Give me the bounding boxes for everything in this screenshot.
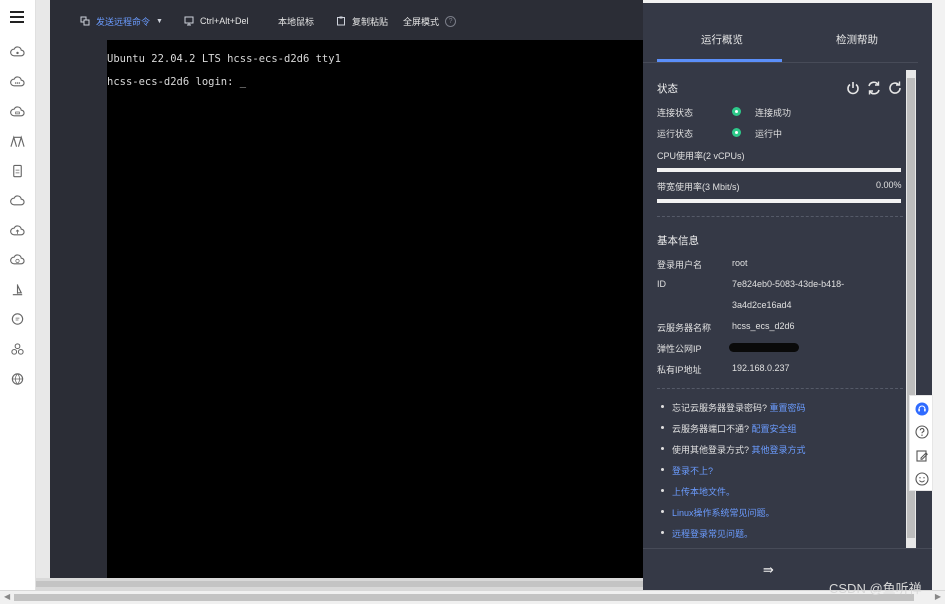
terminal-login-prompt: hcss-ecs-d2d6 login: _: [107, 76, 247, 88]
cluster-icon[interactable]: [10, 342, 25, 356]
tip-upload-file: 上传本地文件。: [660, 485, 735, 498]
upload-file-link[interactable]: 上传本地文件。: [672, 487, 735, 497]
bandwidth-usage-value: 0.00%: [876, 180, 902, 190]
send-command-button[interactable]: 发送远程命令 ▼: [80, 14, 163, 28]
bandwidth-usage-label: 带宽使用率(3 Mbit/s): [657, 182, 740, 192]
chat-circle-icon[interactable]: [10, 312, 25, 326]
cloud-dots-icon[interactable]: [10, 75, 25, 89]
floating-toolbar: [909, 395, 933, 491]
connection-status-dot: [732, 107, 741, 116]
smiley-icon[interactable]: [915, 472, 929, 486]
run-status-value: 运行中: [755, 129, 783, 139]
panel-tabs: 运行概览 检测帮助: [643, 3, 932, 63]
tip-reset-password: 忘记云服务器登录密码? 重置密码: [661, 401, 806, 414]
caret-down-icon: ▼: [156, 17, 163, 25]
cloud-server-icon[interactable]: [10, 45, 25, 59]
login-user-value: root: [732, 258, 748, 268]
divider: [643, 62, 918, 63]
divider: [657, 388, 903, 389]
copy-paste-label: 复制粘贴: [352, 16, 389, 27]
other-login-link[interactable]: 其他登录方式: [752, 445, 806, 455]
feedback-edit-icon[interactable]: [915, 449, 929, 463]
help-question-icon[interactable]: [915, 425, 929, 439]
id-label: ID: [657, 279, 666, 289]
terminal-padding: [50, 40, 107, 578]
power-controls: [845, 80, 903, 96]
terminal-horizontal-scrollbar[interactable]: [36, 578, 643, 590]
watermark-text: CSDN @鱼听禅: [829, 581, 922, 596]
tip-security-group: 云服务器端口不通? 配置安全组: [661, 422, 797, 435]
private-ip-label: 私有IP地址: [657, 365, 702, 375]
left-sidebar: [0, 0, 36, 590]
terminal-line: Ubuntu 22.04.2 LTS hcss-ecs-d2d6 tty1: [107, 53, 341, 65]
cpu-usage-bar: [657, 168, 901, 172]
scroll-left-icon[interactable]: ◀: [4, 592, 10, 601]
security-group-link[interactable]: 配置安全组: [752, 424, 797, 434]
terminal-screen[interactable]: Ubuntu 22.04.2 LTS hcss-ecs-d2d6 tty1 hc…: [107, 40, 643, 578]
id-value-line2: 3a4d2ce16ad4: [732, 300, 792, 310]
server-name-value: hcss_ecs_d2d6: [732, 321, 795, 331]
scrollbar-thumb[interactable]: [36, 581, 643, 587]
document-icon[interactable]: [10, 164, 25, 178]
page-horizontal-scrollbar[interactable]: ◀ ▶: [0, 590, 945, 604]
scrollbar-thumb[interactable]: [14, 594, 914, 601]
connection-status-label: 连接状态: [657, 108, 694, 118]
tip-remote-login-faq: 远程登录常见问题。: [660, 527, 753, 540]
tab-overview[interactable]: 运行概览: [701, 32, 743, 47]
reset-password-link[interactable]: 重置密码: [770, 403, 806, 413]
globe-icon[interactable]: [10, 372, 25, 386]
divider: [657, 216, 903, 217]
copy-paste-button[interactable]: 复制粘贴: [336, 14, 388, 28]
status-title: 状态: [657, 83, 678, 95]
tip-linux-faq: Linux操作系统常见问题。: [661, 506, 775, 519]
tip-other-login: 使用其他登录方式? 其他登录方式: [661, 443, 806, 456]
command-icon: [80, 16, 90, 26]
fullscreen-label: 全屏模式: [403, 16, 440, 27]
collapse-panel-icon[interactable]: ⇛: [763, 562, 777, 577]
bandwidth-usage-bar: [657, 199, 901, 203]
eip-redacted-value: [729, 343, 799, 352]
cpu-usage-label: CPU使用率(2 vCPUs): [657, 151, 745, 161]
cloud-sync-icon[interactable]: [10, 253, 25, 267]
refresh-icon[interactable]: [887, 80, 903, 96]
server-name-label: 云服务器名称: [657, 323, 712, 333]
menu-icon[interactable]: [10, 11, 24, 23]
tip-cannot-login: 登录不上?: [660, 464, 713, 477]
ctrl-alt-del-button[interactable]: Ctrl+Alt+Del: [184, 14, 249, 28]
clipboard-icon: [337, 16, 345, 26]
login-user-label: 登录用户名: [657, 260, 703, 270]
restart-icon[interactable]: [866, 80, 882, 96]
help-icon[interactable]: ?: [445, 15, 457, 27]
power-icon[interactable]: [845, 80, 861, 96]
tab-diagnostics[interactable]: 检测帮助: [836, 32, 878, 47]
local-mouse-label: 本地鼠标: [278, 16, 315, 27]
info-panel: 运行概览 检测帮助 状态 连接状态 连接成功 运行状态 运行中 CPU使用率(2…: [643, 3, 932, 590]
ctrl-alt-del-label: Ctrl+Alt+Del: [200, 16, 249, 26]
send-command-label: 发送远程命令: [96, 16, 151, 27]
basic-info-title: 基本信息: [657, 235, 699, 247]
linux-faq-link[interactable]: Linux操作系统常见问题。: [672, 508, 775, 518]
cloud-database-icon[interactable]: [10, 105, 25, 119]
local-mouse-button[interactable]: 本地鼠标: [278, 14, 314, 28]
cannot-login-link[interactable]: 登录不上?: [672, 466, 713, 476]
id-value-line1: 7e824eb0-5083-43de-b418-: [732, 279, 845, 289]
monitor-icon: [184, 16, 194, 26]
support-headset-icon[interactable]: [915, 402, 929, 416]
connection-status-value: 连接成功: [755, 108, 792, 118]
run-status-dot: [732, 128, 741, 137]
run-status-label: 运行状态: [657, 129, 694, 139]
remote-toolbar: 发送远程命令 ▼ Ctrl+Alt+Del 本地鼠标 复制粘贴 全屏模式 ?: [50, 0, 643, 40]
eip-label: 弹性公网IP: [657, 344, 702, 354]
cloud-upload-icon[interactable]: [10, 224, 25, 238]
sidebar-gutter: [36, 0, 50, 578]
scroll-right-icon[interactable]: ▶: [935, 592, 941, 601]
fullscreen-button[interactable]: 全屏模式 ?: [403, 14, 457, 28]
remote-login-faq-link[interactable]: 远程登录常见问题。: [672, 529, 753, 539]
private-ip-value: 192.168.0.237: [732, 363, 790, 373]
cloud-icon[interactable]: [10, 194, 25, 208]
bridge-icon[interactable]: [10, 135, 25, 149]
sailboat-icon[interactable]: [10, 283, 25, 297]
